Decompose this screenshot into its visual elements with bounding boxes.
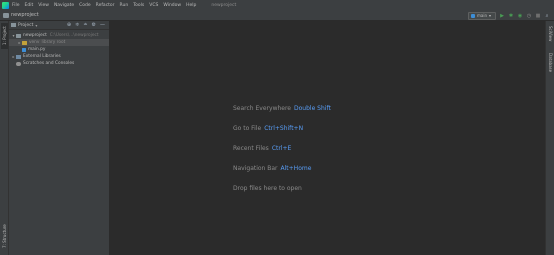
menu-view[interactable]: View — [38, 3, 49, 8]
tree-item-external-libraries[interactable]: ▸ External Libraries — [9, 53, 109, 60]
folder-icon — [3, 12, 9, 18]
hint-search-everywhere: Search Everywhere Double Shift — [233, 105, 331, 125]
profile-button[interactable]: ◷ — [526, 13, 532, 19]
menu-refactor[interactable]: Refactor — [96, 3, 115, 8]
tree-item-scratches[interactable]: Scratches and Consoles — [9, 60, 109, 67]
tree-item-root[interactable]: ▾ newproject C:\Users\...\newproject — [9, 32, 109, 39]
search-icon[interactable]: ⌕ — [544, 13, 550, 19]
menu-vcs[interactable]: VCS — [149, 3, 158, 8]
hint-navigation-bar: Navigation Bar Alt+Home — [233, 165, 331, 185]
menu-file[interactable]: File — [12, 3, 20, 8]
expand-all-icon[interactable]: ≑ — [75, 22, 79, 29]
right-tool-strip: SciView Database — [545, 21, 554, 255]
tree-item-label: Scratches and Consoles — [23, 61, 75, 66]
menu-bar: File Edit View Navigate Code Refactor Ru… — [0, 0, 554, 10]
gear-icon[interactable]: ⚙ — [92, 22, 96, 29]
window-title: newproject — [211, 2, 237, 8]
run-configuration-select[interactable]: main ▾ — [468, 11, 496, 20]
folder-icon — [16, 33, 21, 38]
hint-shortcut: Double Shift — [294, 105, 331, 112]
stop-button[interactable]: ■ — [535, 13, 541, 19]
editor-hints: Search Everywhere Double Shift Go to File… — [233, 105, 331, 205]
debug-button[interactable]: ✱ — [508, 13, 514, 19]
navigation-bar: newproject main ▾ ▶ ✱ ◉ ◷ ■ ⌕ — [0, 10, 554, 21]
hint-shortcut: Ctrl+E — [271, 145, 292, 152]
tree-item-tag: library root — [41, 40, 66, 45]
library-icon — [16, 54, 21, 59]
menu-window[interactable]: Window — [163, 3, 181, 8]
project-panel-title[interactable]: Project — [18, 23, 33, 28]
breadcrumb-project[interactable]: newproject — [11, 12, 39, 18]
pycharm-logo-icon — [2, 1, 9, 9]
hint-text: Drop files here to open — [233, 185, 302, 192]
hide-icon[interactable]: — — [100, 22, 105, 29]
tree-item-label: venv — [29, 40, 40, 45]
hint-text: Recent Files — [233, 145, 269, 152]
hint-go-to-file: Go to File Ctrl+Shift+N — [233, 125, 331, 145]
folder-icon — [22, 40, 27, 45]
menu-code[interactable]: Code — [79, 3, 91, 8]
menu-help[interactable]: Help — [186, 3, 196, 8]
panel-actions: ⊕ ≑ ≐ ⚙ — — [67, 22, 105, 29]
menu-tools[interactable]: Tools — [133, 3, 144, 8]
tree-item-path: C:\Users\...\newproject — [49, 33, 99, 38]
tree-item-label: External Libraries — [23, 54, 61, 59]
run-controls: main ▾ ▶ ✱ ◉ ◷ ■ ⌕ — [468, 11, 550, 20]
python-file-icon — [22, 47, 26, 52]
tree-item-label: newproject — [23, 33, 47, 38]
project-tree: ▾ newproject C:\Users\...\newproject ▸ v… — [9, 30, 109, 67]
run-button[interactable]: ▶ — [499, 13, 505, 19]
hint-text: Navigation Bar — [233, 165, 278, 172]
tab-sciview[interactable]: SciView — [547, 23, 554, 45]
run-config-label: main — [477, 13, 487, 18]
tab-structure[interactable]: 7: Structure — [1, 221, 8, 251]
menu-navigate[interactable]: Navigate — [54, 3, 74, 8]
left-tool-strip: 1: Project 7: Structure — [0, 21, 9, 255]
hint-text: Search Everywhere — [233, 105, 291, 112]
hint-shortcut: Ctrl+Shift+N — [264, 125, 304, 132]
tree-item-label: main.py — [28, 47, 46, 52]
python-icon — [471, 13, 475, 18]
hint-recent-files: Recent Files Ctrl+E — [233, 145, 331, 165]
project-icon — [11, 23, 16, 27]
tree-item-venv[interactable]: ▸ venv library root — [9, 39, 109, 46]
hint-drop-files: Drop files here to open — [233, 185, 331, 205]
menu-run[interactable]: Run — [120, 3, 129, 8]
chevron-down-icon: ▾ — [489, 13, 492, 18]
hint-text: Go to File — [233, 125, 262, 132]
tree-item-main-py[interactable]: main.py — [9, 46, 109, 53]
project-panel-header: Project ▾ ⊕ ≑ ≐ ⚙ — — [9, 21, 109, 30]
collapse-all-icon[interactable]: ≐ — [83, 22, 87, 29]
locate-icon[interactable]: ⊕ — [67, 22, 71, 29]
coverage-button[interactable]: ◉ — [517, 13, 523, 19]
hint-shortcut: Alt+Home — [280, 165, 312, 172]
menu-edit[interactable]: Edit — [25, 3, 34, 8]
tab-database[interactable]: Database — [547, 51, 554, 75]
project-panel: Project ▾ ⊕ ≑ ≐ ⚙ — ▾ newproject C:\User… — [9, 21, 110, 255]
chevron-down-icon[interactable]: ▾ — [35, 23, 37, 28]
scratches-icon — [16, 61, 21, 66]
editor-empty-area[interactable]: Search Everywhere Double Shift Go to File… — [110, 21, 545, 255]
tab-project[interactable]: 1: Project — [1, 23, 8, 49]
